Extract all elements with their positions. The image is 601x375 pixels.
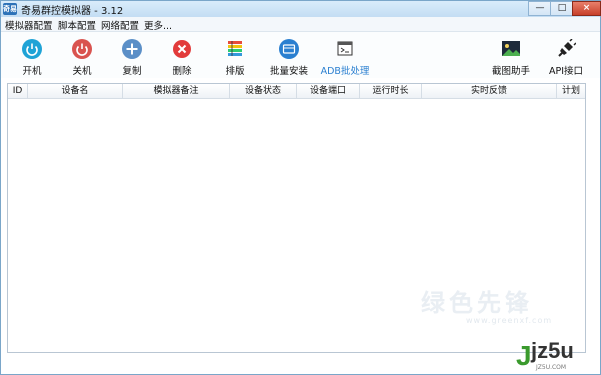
brand-logo: J jz5u JZ5U.COM	[516, 336, 596, 374]
table-header: ID 设备名 模拟器备注 设备状态 设备端口 运行时长 实时反馈 计划	[8, 84, 585, 99]
col-plan[interactable]: 计划	[557, 84, 585, 98]
brand-logo-text: jz5u	[531, 338, 574, 363]
adb-batch-button[interactable]: ADB批处理	[317, 36, 373, 77]
batch-install-label: 批量安装	[269, 66, 308, 77]
batch-install-button[interactable]: 批量安装	[261, 36, 317, 77]
layout-label: 排版	[225, 66, 245, 77]
close-button[interactable]: ×	[572, 1, 601, 16]
image-icon	[502, 41, 520, 56]
brand-logo-mark: J	[516, 340, 532, 371]
api-button[interactable]: API接口	[538, 36, 594, 77]
copy-button[interactable]: 复制	[104, 36, 160, 77]
terminal-icon	[337, 41, 353, 56]
col-device-status[interactable]: 设备状态	[230, 84, 297, 98]
batch-install-icon	[279, 39, 299, 59]
maximize-button[interactable]: □	[550, 1, 574, 16]
minimize-button[interactable]: —	[528, 1, 552, 16]
col-device-name[interactable]: 设备名	[28, 84, 123, 98]
power-on-icon	[22, 39, 42, 59]
plug-icon	[558, 39, 576, 57]
delete-button[interactable]: 删除	[154, 36, 210, 77]
screenshot-helper-label: 截图助手	[491, 66, 530, 77]
api-label: API接口	[548, 66, 584, 77]
plus-icon	[122, 39, 142, 59]
power-off-label: 关机	[72, 66, 92, 77]
delete-icon	[173, 40, 191, 58]
app-logo-icon: 奇易	[3, 3, 17, 15]
menu-script-config[interactable]: 脚本配置	[58, 18, 96, 32]
window-title: 奇易群控模拟器 - 3.12	[21, 6, 124, 17]
col-live-feedback[interactable]: 实时反馈	[422, 84, 557, 98]
power-on-button[interactable]: 开机	[4, 36, 60, 77]
layout-icon	[228, 41, 242, 56]
app-window: 奇易 奇易群控模拟器 - 3.12 — □ × 模拟器配置 脚本配置 网络配置 …	[0, 0, 601, 375]
col-id[interactable]: ID	[8, 84, 28, 98]
copy-label: 复制	[122, 66, 142, 77]
col-device-port[interactable]: 设备端口	[297, 84, 360, 98]
watermark-url: www.greenxf.com	[466, 316, 553, 325]
col-run-time[interactable]: 运行时长	[360, 84, 422, 98]
power-on-label: 开机	[22, 66, 42, 77]
menu-emulator-config[interactable]: 模拟器配置	[5, 18, 53, 32]
layout-button[interactable]: 排版	[207, 36, 263, 77]
adb-batch-label: ADB批处理	[320, 66, 370, 77]
menu-bar: 模拟器配置 脚本配置 网络配置 更多...	[1, 17, 600, 32]
menu-more[interactable]: 更多...	[144, 18, 172, 32]
title-bar: 奇易 奇易群控模拟器 - 3.12 — □ ×	[1, 1, 601, 17]
menu-network-config[interactable]: 网络配置	[101, 18, 139, 32]
toolbar: 开机 关机 复制 删除 排版 批量安装 ADB批处理 截图助手 API接口	[1, 32, 600, 78]
power-off-icon	[72, 39, 92, 59]
delete-label: 删除	[172, 66, 192, 77]
screenshot-helper-button[interactable]: 截图助手	[483, 36, 539, 77]
brand-url: JZ5U.COM	[536, 364, 567, 371]
col-emulator-note[interactable]: 模拟器备注	[123, 84, 230, 98]
power-off-button[interactable]: 关机	[54, 36, 110, 77]
